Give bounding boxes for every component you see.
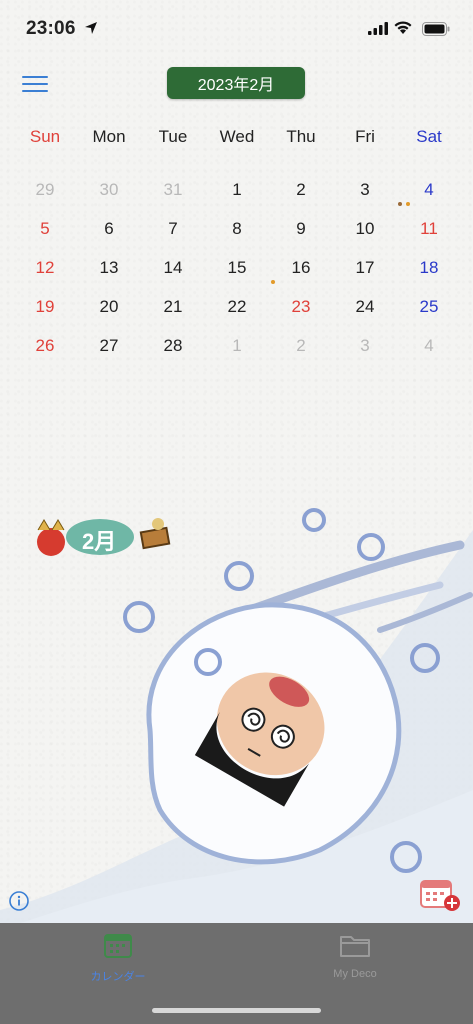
day-cell[interactable]: 22 (205, 287, 269, 326)
day-cell[interactable]: 10 (333, 209, 397, 248)
wifi-icon (394, 21, 412, 34)
tab-calendar-label: カレンダー (90, 971, 146, 983)
day-cell[interactable]: 20 (77, 287, 141, 326)
day-cell[interactable]: 9 (269, 209, 333, 248)
day-cell[interactable]: 21 (141, 287, 205, 326)
day-cell[interactable]: 16 (269, 248, 333, 287)
month-selector[interactable]: 2023年2月 (167, 67, 305, 99)
calendar-tab-icon (104, 934, 132, 958)
tab-my-deco[interactable]: My Deco (295, 931, 415, 980)
day-cell[interactable]: 15 (205, 248, 269, 287)
day-cell[interactable]: 14 (141, 248, 205, 287)
calendar-week: 5 6 7 8 9 10 11 (13, 209, 461, 248)
event-dot (398, 202, 402, 206)
day-cell[interactable]: 3 (333, 170, 397, 209)
event-dot (271, 280, 275, 284)
signal-icon (368, 22, 388, 35)
day-cell[interactable]: 6 (77, 209, 141, 248)
calendar-week: 19 20 21 22 23 24 25 (13, 287, 461, 326)
add-calendar-icon[interactable] (418, 877, 464, 913)
status-bar: 23:06 (0, 0, 473, 56)
snowball-illustration (0, 508, 473, 930)
calendar-grid: Sun Mon Tue Wed Thu Fri Sat 29 30 31 1 2… (13, 124, 461, 365)
day-cell[interactable]: 31 (141, 170, 205, 209)
folder-tab-icon (340, 936, 370, 957)
day-cell[interactable]: 17 (333, 248, 397, 287)
weekday-sat: Sat (416, 127, 442, 146)
month-badge-label: 2月 (82, 529, 117, 554)
day-cell[interactable]: 18 (397, 248, 461, 287)
weekday-tue: Tue (158, 127, 188, 146)
day-cell[interactable]: 24 (333, 287, 397, 326)
day-cell[interactable]: 2 (269, 170, 333, 209)
weekday-thu: Thu (286, 127, 316, 146)
month-title: 2023年2月 (197, 77, 275, 94)
day-cell[interactable]: 27 (77, 326, 141, 365)
weekday-wed: Wed (219, 127, 255, 146)
day-cell[interactable]: 7 (141, 209, 205, 248)
day-cell[interactable]: 2 (269, 326, 333, 365)
day-cell[interactable]: 25 (397, 287, 461, 326)
day-cell[interactable]: 11 (397, 209, 461, 248)
info-icon[interactable] (8, 890, 30, 912)
menu-button[interactable] (22, 74, 50, 94)
day-cell[interactable]: 8 (205, 209, 269, 248)
day-cell[interactable]: 13 (77, 248, 141, 287)
day-cell[interactable]: 4 (397, 326, 461, 365)
weekday-header: Sun Mon Tue Wed Thu Fri Sat (13, 124, 461, 150)
day-cell[interactable]: 3 (333, 326, 397, 365)
weekday-mon: Mon (92, 127, 126, 146)
weekday-fri: Fri (355, 127, 375, 146)
day-cell[interactable]: 26 (13, 326, 77, 365)
day-cell[interactable]: 1 (205, 170, 269, 209)
tab-calendar[interactable]: カレンダー (58, 931, 178, 984)
weekday-sun: Sun (29, 127, 61, 146)
day-cell[interactable]: 1 (205, 326, 269, 365)
location-arrow-icon (85, 22, 97, 34)
tab-my-deco-label: My Deco (333, 968, 377, 980)
battery-icon (422, 22, 450, 36)
day-cell[interactable]: 5 (13, 209, 77, 248)
day-cell[interactable]: 28 (141, 326, 205, 365)
calendar-week: 12 13 14 15 16 17 18 (13, 248, 461, 287)
day-cell[interactable]: 12 (13, 248, 77, 287)
calendar-week: 26 27 28 1 2 3 4 (13, 326, 461, 365)
day-cell[interactable]: 19 (13, 287, 77, 326)
calendar-week: 29 30 31 1 2 3 4 (13, 170, 461, 209)
day-cell[interactable]: 30 (77, 170, 141, 209)
event-dot (406, 202, 410, 206)
day-cell[interactable]: 23 (269, 287, 333, 326)
day-cell[interactable]: 29 (13, 170, 77, 209)
status-time: 23:06 (26, 18, 76, 39)
home-indicator[interactable] (152, 1008, 321, 1013)
